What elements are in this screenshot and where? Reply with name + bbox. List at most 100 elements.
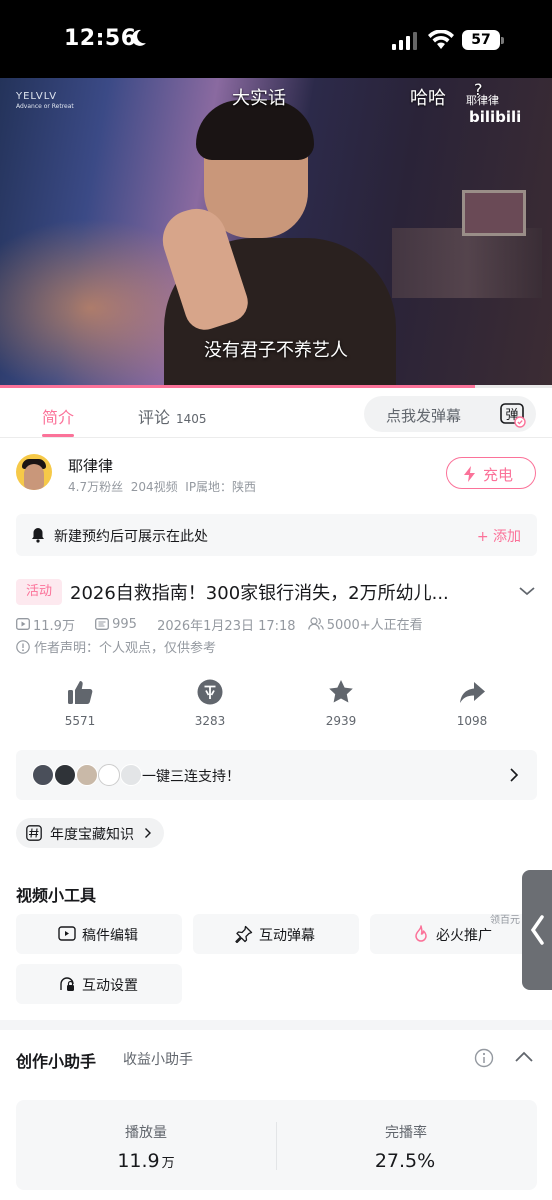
battery-indicator: 57 <box>462 30 504 50</box>
thumbs-up-icon <box>68 681 93 704</box>
uploader-videos: 204视频 <box>130 480 178 494</box>
author-declaration: 作者声明：个人观点，仅供参考 <box>16 637 216 656</box>
favorite-count: 2939 <box>325 714 357 728</box>
metric-label: 播放量 <box>125 1125 167 1141</box>
tool-label: 必火推广 <box>436 928 492 944</box>
metric-value: 11.9 <box>117 1150 160 1172</box>
edit-manuscript-button[interactable]: 稿件编辑 <box>16 914 182 954</box>
metric-value: 27.5% <box>374 1150 436 1172</box>
channel-logo: YELVLV Advance or Retreat <box>16 92 74 112</box>
more-supporters-icon <box>120 764 142 786</box>
declaration-text: 作者声明：个人观点，仅供参考 <box>34 641 217 656</box>
play-count-icon <box>16 618 30 630</box>
star-icon <box>329 680 353 703</box>
status-bar: 12:56 57 <box>0 0 552 78</box>
chevron-up-icon[interactable] <box>514 1050 534 1064</box>
uploader-name[interactable]: 耶律律 <box>68 455 113 476</box>
coin-icon <box>197 679 223 705</box>
interactive-settings-button[interactable]: 互动设置 <box>16 964 182 1004</box>
publish-date: 2026年1月23日 17:18 <box>157 619 296 634</box>
tool-label: 互动设置 <box>82 978 138 994</box>
like-count: 5571 <box>64 714 96 728</box>
like-button[interactable]: 5571 <box>40 678 120 728</box>
tool-label: 互动弹幕 <box>259 928 315 944</box>
uploader-avatar[interactable] <box>16 454 52 490</box>
charge-button[interactable]: 充电 <box>446 457 536 489</box>
watching-count: 5000+人正在看 <box>326 618 423 633</box>
reservation-add-button[interactable]: + 添加 <box>477 526 521 546</box>
hashtag-icon <box>26 825 42 841</box>
share-count: 1098 <box>456 714 488 728</box>
tab-active-indicator <box>42 434 74 437</box>
moon-icon <box>131 29 146 46</box>
channel-logo-sub: Advance or Retreat <box>16 103 74 110</box>
chevron-down-icon[interactable] <box>518 585 536 597</box>
lightning-icon <box>464 466 475 482</box>
metric-value-row: 11.9 万 <box>46 1150 246 1172</box>
channel-logo-text: YELVLV <box>16 91 58 102</box>
watermark-name: 耶律律 <box>466 94 499 107</box>
interactive-danmaku-button[interactable]: 互动弹幕 <box>193 914 359 954</box>
danmaku-placeholder: 点我发弹幕 <box>386 407 462 425</box>
video-bookshelf <box>392 228 542 298</box>
video-title: 2026自救指南！300家银行消失，2万所幼儿... <box>70 583 449 604</box>
metrics-card: 播放量 11.9 万 完播率 27.5% <box>16 1100 537 1190</box>
video-picture-frame <box>462 190 526 236</box>
tool-label: 稿件编辑 <box>82 928 138 944</box>
supporter-avatar <box>54 764 76 786</box>
info-icon[interactable] <box>474 1048 494 1068</box>
supporter-avatar <box>98 764 120 786</box>
triple-support-banner[interactable]: 一键三连支持！ <box>16 750 537 800</box>
watermark-brand: bilibili <box>469 108 522 126</box>
danmaku-comment: 哈哈 <box>410 88 446 109</box>
topic-chip[interactable]: 年度宝藏知识 <box>16 818 164 848</box>
danmaku-comment: 大实话 <box>232 88 286 109</box>
activity-tag[interactable]: 活动 <box>16 579 62 605</box>
supporter-avatar <box>76 764 98 786</box>
promote-badge: 领百元 <box>490 915 520 926</box>
favorite-button[interactable]: 2939 <box>301 678 381 728</box>
coin-count: 3283 <box>194 714 226 728</box>
supporter-avatar <box>32 764 54 786</box>
metric-value-row: 27.5% <box>306 1150 506 1172</box>
tab-intro[interactable]: 简介 <box>42 404 74 428</box>
uploader-fans: 4.7万粉丝 <box>68 480 124 494</box>
video-subtitle: 没有君子不养艺人 <box>204 340 348 361</box>
bell-icon <box>32 528 44 543</box>
watching-stat: 5000+人正在看 <box>307 614 431 633</box>
flame-icon <box>415 925 427 942</box>
danmaku-input[interactable]: 点我发弹幕 弹 <box>364 396 536 432</box>
pin-icon <box>235 925 253 943</box>
metric-label: 完播率 <box>385 1125 427 1141</box>
video-edit-icon <box>58 926 76 941</box>
video-progress-bar[interactable] <box>0 385 552 388</box>
assistant-subtitle[interactable]: 收益小助手 <box>123 1049 193 1069</box>
uploader-meta: 4.7万粉丝 204视频 IP属地：陕西 <box>68 478 256 495</box>
video-player[interactable]: YELVLV Advance or Retreat 大实话 哈哈 ? 耶律律bi… <box>0 78 552 388</box>
avatar-face <box>24 464 44 490</box>
uploader-ip: IP属地：陕西 <box>185 480 257 494</box>
status-time: 12:56 <box>64 26 137 51</box>
chevron-right-icon <box>145 828 151 838</box>
metric-completion: 完播率 27.5% <box>306 1122 506 1172</box>
reservation-banner: 新建预约后可展示在此处 + 添加 <box>16 514 537 556</box>
share-arrow-icon <box>460 682 485 703</box>
metric-unit: 万 <box>161 1156 175 1171</box>
info-circle-icon <box>16 639 30 654</box>
tab-comments-label: 评论 <box>138 408 171 427</box>
detail-tabs: 简介 评论 1405 点我发弹幕 弹 <box>0 390 552 438</box>
coin-button[interactable]: 3283 <box>170 678 250 728</box>
tab-comments[interactable]: 评论 1405 <box>138 404 207 428</box>
wifi-icon <box>428 30 454 49</box>
video-stats: 11.9万 995 2026年1月23日 17:18 5000+人正在看 <box>16 614 439 634</box>
chevron-left-icon <box>530 915 544 945</box>
chevron-right-icon <box>510 768 519 782</box>
share-button[interactable]: 1098 <box>432 678 512 728</box>
danmaku-count: 995 <box>112 616 137 632</box>
assistant-title: 创作小助手 <box>16 1052 97 1071</box>
danmaku-toggle-icon[interactable]: 弹 <box>498 400 526 428</box>
danmaku-count-stat: 995 <box>95 617 145 632</box>
section-divider <box>0 1020 552 1030</box>
side-drawer-handle[interactable] <box>522 870 552 990</box>
comment-count: 1405 <box>176 412 207 426</box>
